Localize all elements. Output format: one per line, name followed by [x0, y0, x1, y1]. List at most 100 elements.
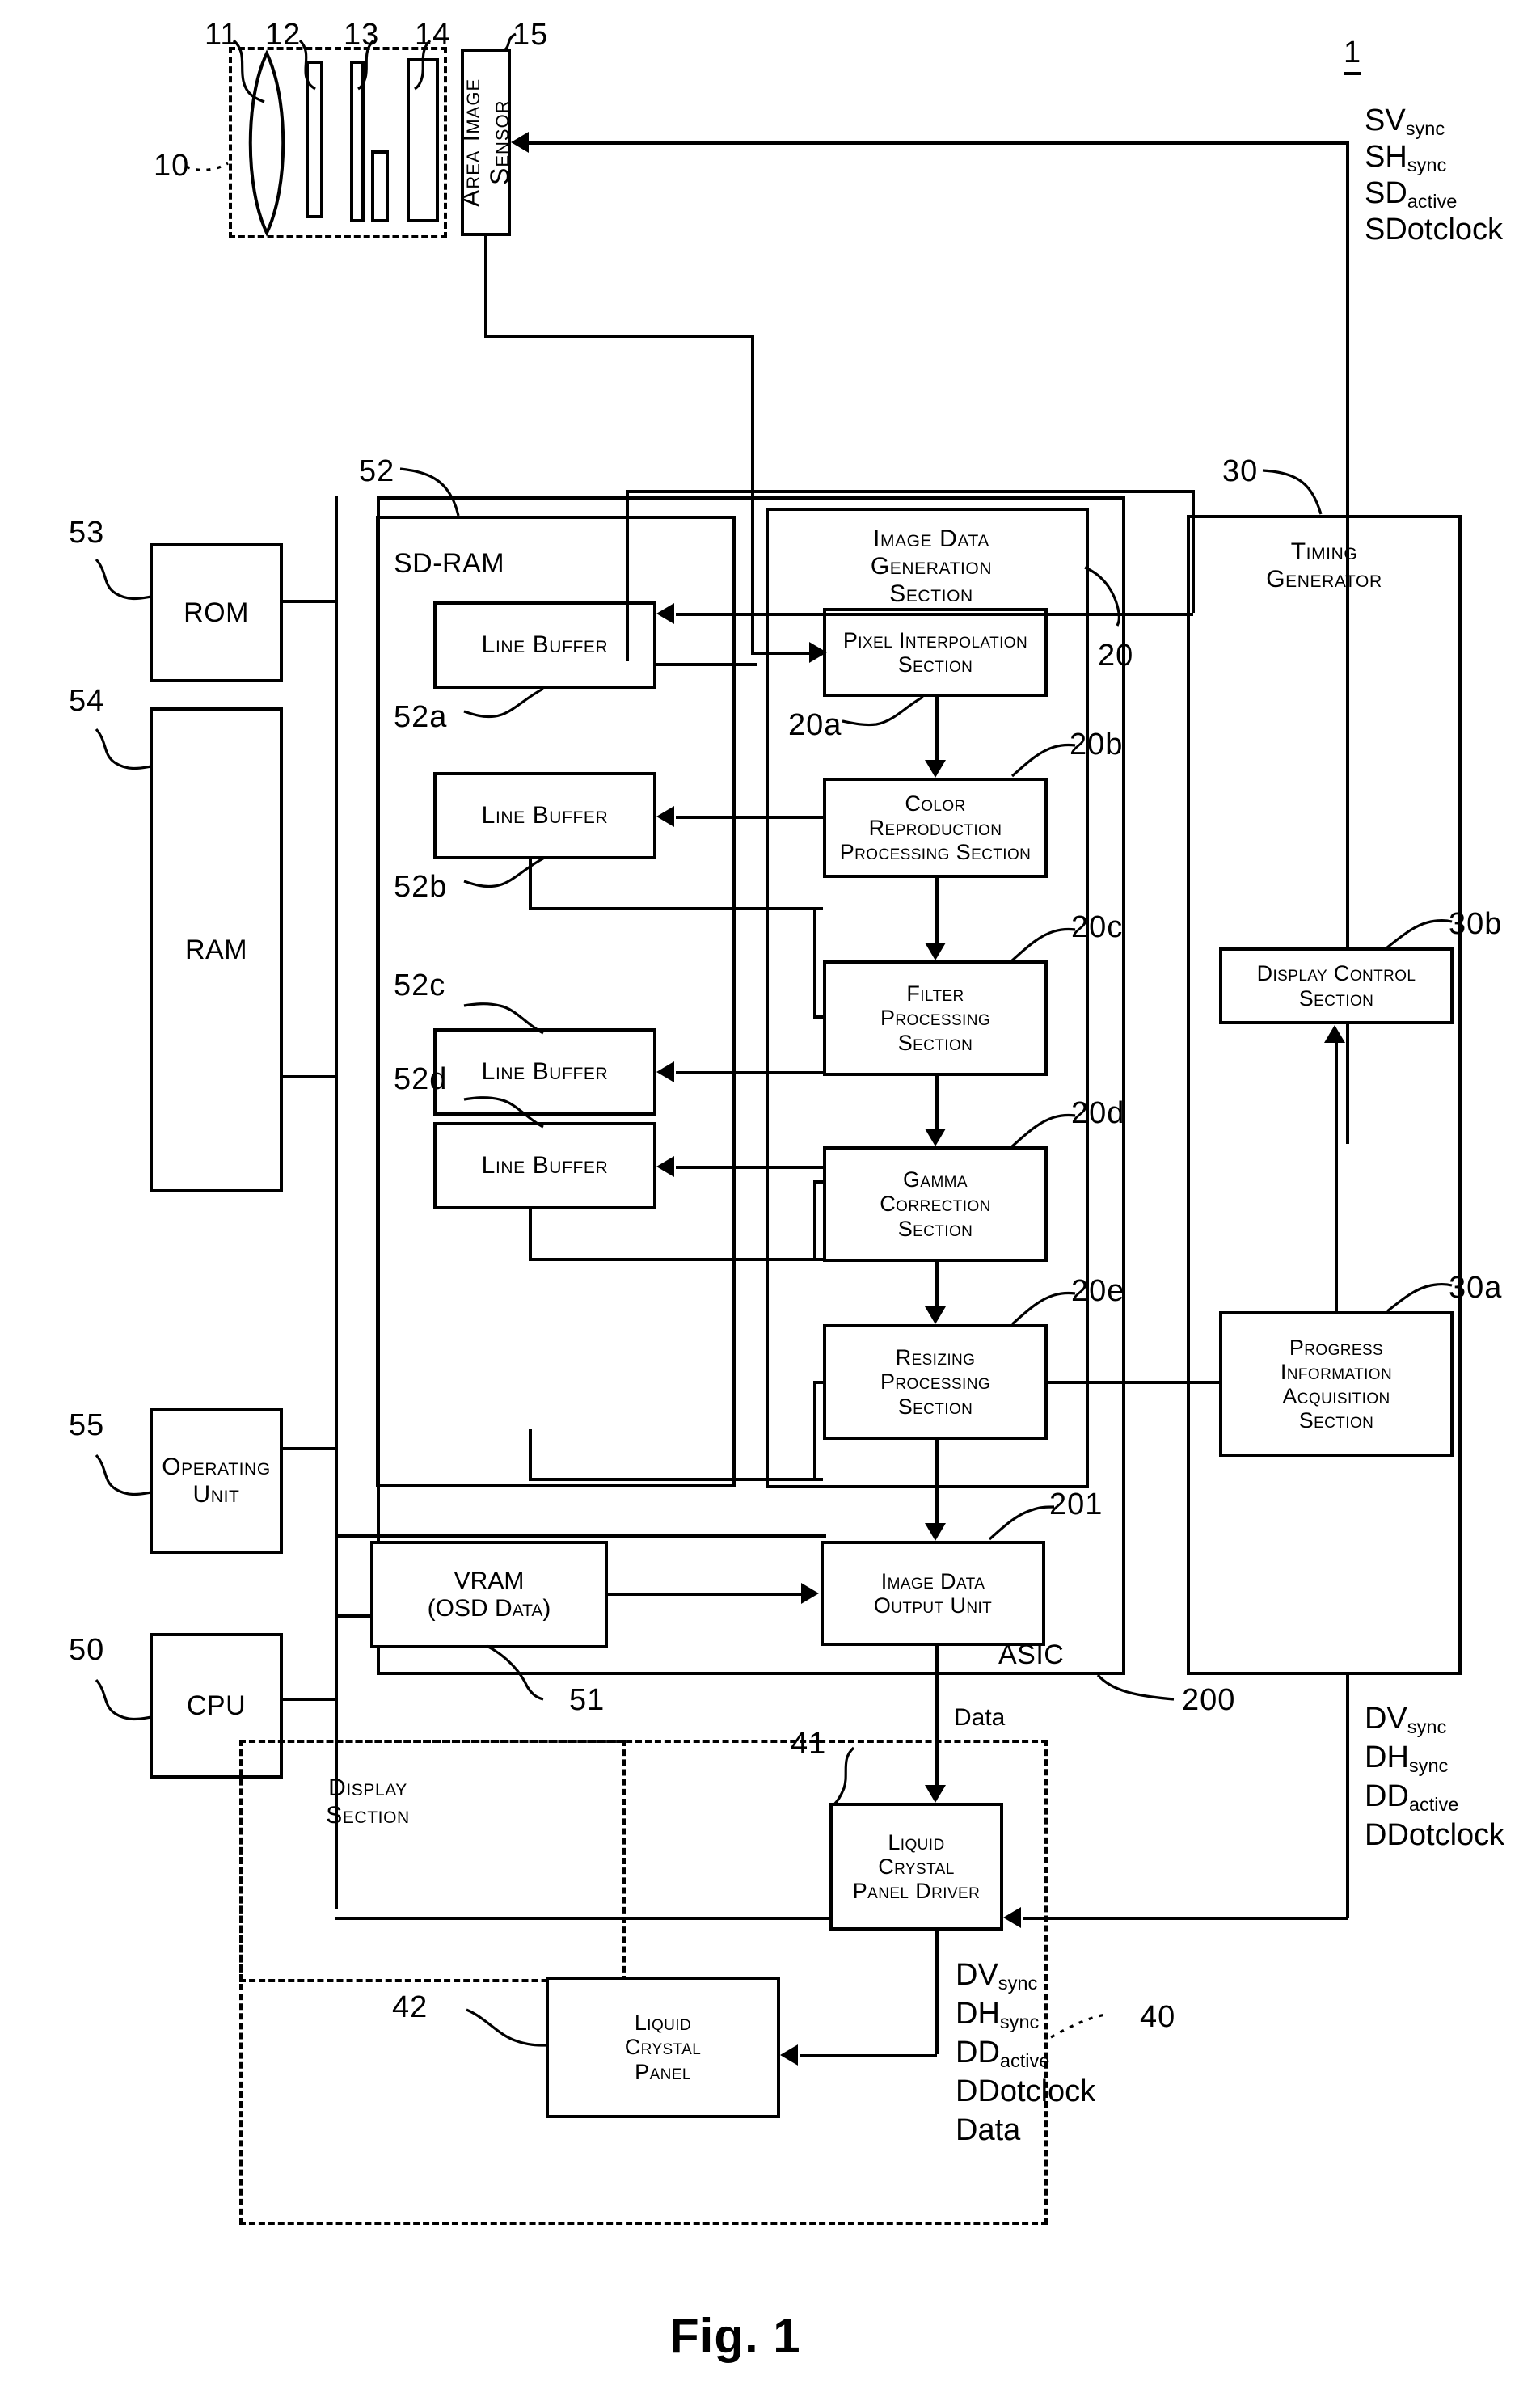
line-buffer-52c: Line Buffer: [433, 1028, 656, 1116]
line-buffer-52a-label: Line Buffer: [481, 631, 609, 659]
ref-40: 40: [1140, 2000, 1176, 2034]
wire-driver-to-panel-h: [800, 2054, 937, 2057]
timing-generator-label: Timing Generator: [1266, 538, 1382, 593]
signal-sd-active-base: SD: [1365, 176, 1407, 210]
ref-200: 200: [1182, 1683, 1236, 1717]
ref-30b: 30b: [1449, 907, 1503, 941]
display-control-section-label: Display Control Section: [1256, 961, 1416, 1011]
leader-40: [1050, 2013, 1107, 2039]
ref-system-1: 1: [1344, 36, 1362, 75]
optical-element-12: [306, 61, 323, 218]
filter-processing-label: Filter Processing Section: [880, 981, 991, 1055]
wire-ram-to-bus: [283, 1075, 336, 1078]
panel-signal-dd-active-sub: active: [999, 2050, 1050, 2071]
line-buffer-52c-label: Line Buffer: [481, 1058, 609, 1086]
signal-dh-sync-base: DH: [1365, 1741, 1409, 1774]
signal-ddotclock-base: DDotclock: [1365, 1818, 1505, 1852]
image-data-output-unit-label: Image Data Output Unit: [873, 1568, 993, 1618]
liquid-crystal-panel-driver: Liquid Crystal Panel Driver: [829, 1803, 1003, 1931]
gamma-correction-label: Gamma Correction Section: [880, 1167, 991, 1241]
figure-caption: Fig. 1: [669, 2309, 801, 2363]
arrowhead-lb52c: [656, 1061, 674, 1082]
arrowhead-sensor-sync: [511, 132, 529, 153]
wire-20e-left-h: [813, 1381, 826, 1384]
ref-30: 30: [1222, 454, 1259, 488]
ref-54: 54: [69, 684, 105, 718]
ref-20d: 20d: [1071, 1096, 1125, 1130]
panel-signal-dh-sync: DHsync: [956, 1997, 1039, 2032]
liquid-crystal-panel: Liquid Crystal Panel: [546, 1977, 780, 2118]
wire-sensor-to-interp: [751, 335, 754, 653]
ref-52d: 52d: [394, 1062, 448, 1096]
signal-sv-sync-sub: sync: [1405, 118, 1445, 139]
line-buffer-52a: Line Buffer: [433, 601, 656, 689]
signal-dv-sync-base: DV: [1365, 1702, 1407, 1736]
panel-signal-dh-sync-base: DH: [956, 1997, 1000, 2031]
arrowhead-lb52a: [656, 603, 674, 624]
area-image-sensor: Area Image Sensor: [456, 49, 514, 236]
wire-20c-20d: [935, 1076, 939, 1129]
wire-top-asic-bus-down: [626, 490, 629, 661]
panel-signal-dh-sync-sub: sync: [999, 2011, 1040, 2032]
signal-dv-sync: DVsync: [1365, 1702, 1447, 1737]
wire-lb52c-in: [676, 1071, 823, 1074]
signal-dv-sync-sub: sync: [1407, 1716, 1447, 1737]
signal-sh-sync-base: SH: [1365, 140, 1407, 174]
wire-20a-20b: [935, 697, 939, 760]
signal-sh-sync: SHsync: [1365, 140, 1446, 175]
ref-20b: 20b: [1070, 728, 1124, 762]
arrowhead-30b-in: [1324, 1025, 1345, 1043]
wire-opunit-to-bus: [283, 1447, 336, 1450]
wire-tg-to-driver: [1346, 1675, 1349, 1918]
wire-cpu-to-bus: [283, 1698, 336, 1701]
rom-label: ROM: [184, 597, 249, 628]
line-buffer-52d: Line Buffer: [433, 1122, 656, 1209]
image-data-generation-label: Image Data Generation Section: [870, 525, 993, 607]
leader-200: [1096, 1673, 1175, 1701]
ref-20: 20: [1098, 639, 1134, 673]
line-buffer-52b-label: Line Buffer: [481, 802, 609, 829]
arrowhead-20b: [925, 760, 946, 778]
wire-top-asic-bus: [626, 490, 1193, 493]
leader-55: [95, 1454, 152, 1496]
arrowhead-interp-in: [809, 642, 827, 663]
resizing-processing-section: Resizing Processing Section: [823, 1324, 1048, 1440]
ref-13: 13: [344, 18, 380, 52]
wire-20d-left-v: [813, 1180, 816, 1261]
wire-20d-20e: [935, 1262, 939, 1306]
ref-42: 42: [392, 1990, 428, 2024]
wire-sensor-to-interp-h: [751, 652, 809, 655]
wire-sensor-out: [484, 236, 487, 335]
arrowhead-driver-tg: [1003, 1907, 1021, 1928]
wire-output-to-driver: [935, 1646, 939, 1785]
data-label-top: Data: [954, 1704, 1006, 1731]
signal-dd-active-base: DD: [1365, 1779, 1409, 1813]
color-reproduction-section: Color Reproduction Processing Section: [823, 778, 1048, 878]
signal-dh-sync: DHsync: [1365, 1741, 1448, 1776]
wire-lb52d-out-h: [529, 1478, 823, 1481]
area-image-sensor-label: Area Image Sensor: [456, 78, 514, 207]
sdram-label: SD-RAM: [394, 548, 505, 579]
wire-lb52b-in: [676, 816, 823, 819]
ref-55: 55: [69, 1408, 105, 1442]
ref-20e: 20e: [1071, 1274, 1125, 1308]
arrowhead-output-vram: [801, 1583, 819, 1604]
signal-sd-active: SDactive: [1365, 176, 1457, 212]
wire-20e-left-v: [813, 1381, 816, 1479]
arrowhead-lb52d: [656, 1156, 674, 1177]
wire-20b-20c: [935, 878, 939, 943]
signal-sdotclock: SDotclock: [1365, 213, 1503, 247]
panel-signal-dv-sync-base: DV: [956, 1958, 998, 1992]
optical-element-13-aperture: [371, 150, 389, 222]
signal-ddotclock: DDotclock: [1365, 1818, 1504, 1853]
wire-rom-to-bus: [283, 600, 336, 603]
line-buffer-52d-label: Line Buffer: [481, 1152, 609, 1179]
arrowhead-panel-in: [780, 2044, 798, 2066]
ref-51: 51: [569, 1683, 605, 1717]
panel-signal-data-base: Data: [956, 2113, 1021, 2147]
wire-sensor-out-h: [484, 335, 751, 338]
signal-dd-active: DDactive: [1365, 1779, 1458, 1815]
ref-11: 11: [205, 18, 238, 52]
wire-lb52d-out-v: [529, 1429, 532, 1479]
leader-54: [95, 728, 152, 770]
